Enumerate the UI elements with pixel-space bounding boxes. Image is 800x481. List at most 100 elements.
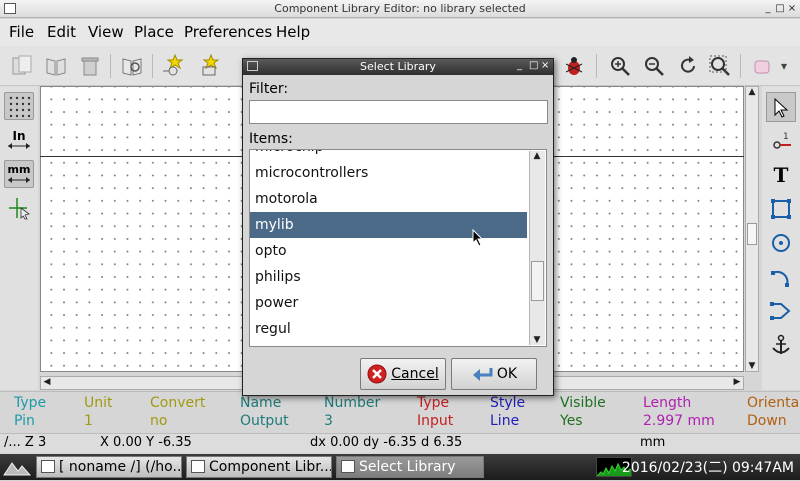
info-field-label: Type xyxy=(417,395,450,411)
toolbar-overflow-chevron-icon[interactable]: ▾ xyxy=(774,52,794,80)
taskbar-clock: 2016/02/23(二) 09:47AM xyxy=(621,460,794,476)
filter-label: Filter: xyxy=(249,81,289,97)
info-field-label: Unit xyxy=(84,395,113,411)
taskbar: [ noname /] (/ho... Component Libr... Se… xyxy=(0,454,800,480)
info-field-label: Orienta xyxy=(747,395,800,411)
list-scroll-down-icon[interactable]: ▼ xyxy=(531,335,543,345)
ok-return-icon xyxy=(472,368,493,381)
menu-help[interactable]: Help xyxy=(276,23,310,41)
menu-view[interactable]: View xyxy=(88,23,124,41)
menu-place[interactable]: Place xyxy=(134,23,174,41)
message-panel: Type Pin Unit 1 Convert no Name Output Number 3 Ty… xyxy=(0,391,800,433)
list-item[interactable]: opto xyxy=(250,238,527,264)
edit-pin-icon[interactable] xyxy=(748,52,776,80)
check-bug-icon[interactable] xyxy=(560,52,588,80)
grid-toggle-icon[interactable] xyxy=(4,92,34,120)
library-list[interactable]: microchip microcontrollers motorola myli… xyxy=(249,149,547,347)
scroll-down-arrow-icon[interactable]: ▼ xyxy=(746,361,758,371)
scroll-up-arrow-icon[interactable]: ▲ xyxy=(746,87,758,97)
menu-file[interactable]: File xyxy=(9,23,34,41)
canvas-vertical-scrollbar[interactable]: ▲ ▼ xyxy=(745,86,759,372)
scroll-right-arrow-icon[interactable]: ▶ xyxy=(731,377,743,387)
list-item[interactable]: motorola xyxy=(250,186,527,212)
left-toolbar: In mm xyxy=(0,86,38,390)
task-label: [ noname /] (/ho... xyxy=(59,459,182,475)
dialog-minimize-button[interactable]: _ xyxy=(517,60,522,71)
list-item[interactable]: microcontrollers xyxy=(250,160,527,186)
new-component-icon[interactable] xyxy=(160,52,188,80)
info-field-value: Input xyxy=(417,413,454,429)
save-library-icon[interactable] xyxy=(8,52,36,80)
select-arrow-icon[interactable] xyxy=(766,92,796,122)
add-polyline-icon[interactable] xyxy=(766,296,796,326)
dialog-close-button[interactable]: × xyxy=(541,60,549,71)
mm-units-button[interactable]: mm xyxy=(4,160,34,188)
window-titlebar[interactable]: Component Library Editor: no library sel… xyxy=(0,0,800,18)
dialog-titlebar[interactable]: Select Library _ □ × xyxy=(243,59,553,75)
select-library-dialog: Select Library _ □ × Filter: Items: micr… xyxy=(242,58,554,396)
menu-edit[interactable]: Edit xyxy=(47,23,76,41)
task-button-1[interactable]: Component Libr... xyxy=(186,456,332,478)
add-text-icon[interactable]: T xyxy=(766,160,796,190)
list-item-selected[interactable]: mylib xyxy=(250,212,527,238)
list-item[interactable]: microchip xyxy=(250,150,527,160)
info-field-label: Name xyxy=(240,395,282,411)
cancel-label: Cancel xyxy=(391,366,439,382)
info-field-value: Output xyxy=(240,413,289,429)
minimize-button[interactable]: _ xyxy=(763,3,773,14)
items-label: Items: xyxy=(249,131,293,147)
menu-preferences[interactable]: Preferences xyxy=(184,23,272,41)
info-field-label: Type xyxy=(14,395,47,411)
task-button-2[interactable]: Select Library xyxy=(336,456,484,478)
cursor-delta: dx 0.00 dy -6.35 d 6.35 xyxy=(310,435,463,450)
cancel-button[interactable]: Cancel xyxy=(360,358,446,390)
svg-text:1: 1 xyxy=(783,132,789,142)
filter-input[interactable] xyxy=(249,100,548,124)
info-field-label: Style xyxy=(490,395,526,411)
close-button[interactable]: × xyxy=(787,3,797,14)
load-component-icon[interactable] xyxy=(196,52,224,80)
task-label: Component Libr... xyxy=(209,459,332,475)
task-window-icon xyxy=(341,460,355,473)
zoom-out-icon[interactable] xyxy=(640,52,668,80)
info-field-value: 3 xyxy=(324,413,333,429)
zoom-status: /... Z 3 xyxy=(4,435,47,450)
zoom-fit-icon[interactable] xyxy=(706,52,734,80)
cursor-position: X 0.00 Y -6.35 xyxy=(100,435,192,450)
menubar: File Edit View Place Preferences Help xyxy=(0,19,800,46)
list-item[interactable]: philips xyxy=(250,264,527,290)
add-rectangle-icon[interactable] xyxy=(766,194,796,224)
ok-button[interactable]: OK xyxy=(451,358,537,390)
zoom-in-icon[interactable] xyxy=(606,52,634,80)
add-circle-icon[interactable] xyxy=(766,228,796,258)
task-button-0[interactable]: [ noname /] (/ho... xyxy=(36,456,182,478)
maximize-button[interactable]: □ xyxy=(775,3,785,14)
start-menu-icon[interactable] xyxy=(2,457,32,477)
list-item[interactable]: power xyxy=(250,290,527,316)
scroll-left-arrow-icon[interactable]: ◀ xyxy=(41,377,53,387)
info-field-value: no xyxy=(150,413,168,429)
inch-units-button[interactable]: In xyxy=(4,126,34,154)
delete-trash-icon[interactable] xyxy=(76,52,104,80)
info-field-value: 2.997 mm xyxy=(643,413,715,429)
right-toolbar: 1 T xyxy=(762,86,800,390)
list-scrollbar[interactable]: ▲ ▼ xyxy=(529,151,545,345)
redraw-icon[interactable] xyxy=(674,52,702,80)
cursor-crosshair-icon[interactable] xyxy=(4,194,34,222)
list-scroll-thumb[interactable] xyxy=(531,261,544,301)
anchor-icon[interactable] xyxy=(766,330,796,360)
status-bar: /... Z 3 X 0.00 Y -6.35 dx 0.00 dy -6.35… xyxy=(0,433,800,453)
list-item[interactable]: regul xyxy=(250,316,527,342)
add-pin-icon[interactable]: 1 xyxy=(766,126,796,156)
info-field-value: Line xyxy=(490,413,520,429)
list-scroll-up-icon[interactable]: ▲ xyxy=(531,151,543,161)
info-field-value: Yes xyxy=(560,413,583,429)
cancel-x-icon xyxy=(367,364,387,384)
info-field-value: 1 xyxy=(84,413,93,429)
library-browser-icon[interactable] xyxy=(118,52,146,80)
vertical-scroll-thumb[interactable] xyxy=(747,223,757,245)
info-field-value: Pin xyxy=(14,413,35,429)
library-book-icon[interactable] xyxy=(42,52,70,80)
dialog-maximize-button[interactable]: □ xyxy=(529,60,538,71)
add-arc-icon[interactable] xyxy=(766,262,796,292)
